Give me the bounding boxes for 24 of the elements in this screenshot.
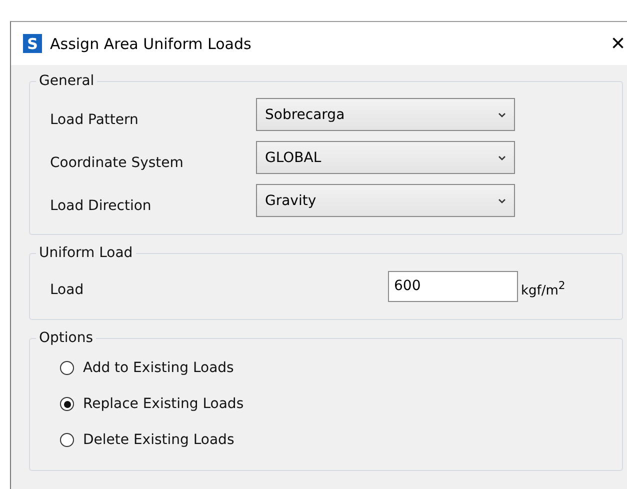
dropdown[interactable]: Sobrecarga	[256, 98, 515, 131]
radio-button[interactable]	[60, 361, 74, 375]
caret-icon	[498, 112, 506, 118]
field-label: Load Pattern	[50, 110, 140, 128]
field-label: Load Direction	[50, 196, 152, 214]
radio-button[interactable]	[60, 397, 74, 411]
app-icon: S	[23, 34, 42, 53]
dropdown[interactable]: Gravity	[256, 184, 515, 217]
window-title: Assign Area Uniform Loads	[50, 34, 252, 52]
load-input[interactable]: 600	[388, 270, 518, 302]
caret-icon	[498, 154, 506, 160]
caret-icon	[498, 198, 506, 204]
close-button[interactable]: ×	[610, 32, 627, 56]
radio-button[interactable]	[60, 433, 74, 447]
unit-label: kgf/m$^{2}$	[521, 278, 566, 299]
group-title: General	[38, 73, 96, 89]
group-title: Options	[38, 330, 94, 346]
radio-label: Add to Existing Loads	[83, 360, 234, 376]
radio-label: Delete Existing Loads	[83, 432, 234, 448]
dropdown[interactable]: GLOBAL	[256, 141, 515, 174]
field-label: Coordinate System	[50, 154, 184, 170]
group-title: Uniform Load	[38, 245, 134, 261]
field-label: Load	[50, 281, 85, 298]
radio-label: Replace Existing Loads	[83, 396, 244, 412]
